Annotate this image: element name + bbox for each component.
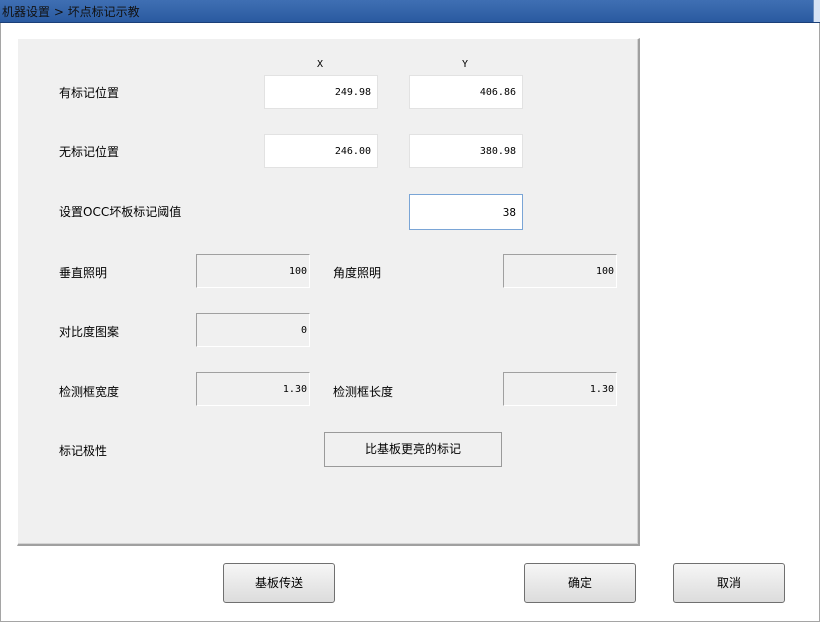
window-title: 机器设置 > 坏点标记示教 bbox=[2, 5, 140, 19]
detect-width-field: 1.30 bbox=[196, 372, 310, 406]
mark-position-y-input[interactable]: 406.86 bbox=[409, 75, 523, 109]
vertical-light-field: 100 bbox=[196, 254, 310, 288]
no-mark-position-y-input[interactable]: 380.98 bbox=[409, 134, 523, 168]
polarity-label: 标记极性 bbox=[59, 444, 108, 458]
contrast-label: 对比度图案 bbox=[59, 325, 120, 339]
settings-panel bbox=[17, 38, 640, 546]
ok-button[interactable]: 确定 bbox=[524, 563, 636, 603]
angle-light-label: 角度照明 bbox=[333, 266, 382, 280]
column-header-y: Y bbox=[462, 59, 469, 70]
vertical-light-label: 垂直照明 bbox=[59, 266, 108, 280]
no-mark-position-x-input[interactable]: 246.00 bbox=[264, 134, 378, 168]
angle-light-field: 100 bbox=[503, 254, 617, 288]
polarity-toggle-button[interactable]: 比基板更亮的标记 bbox=[324, 432, 502, 467]
detect-length-field: 1.30 bbox=[503, 372, 617, 406]
title-bar-edge bbox=[813, 0, 820, 22]
cancel-button[interactable]: 取消 bbox=[673, 563, 785, 603]
mark-position-x-input[interactable]: 249.98 bbox=[264, 75, 378, 109]
threshold-input[interactable]: 38 bbox=[409, 194, 523, 230]
detect-width-label: 检测框宽度 bbox=[59, 385, 120, 399]
mark-position-label: 有标记位置 bbox=[59, 86, 120, 100]
threshold-label: 设置OCC坏板标记阈值 bbox=[59, 205, 182, 219]
contrast-field: 0 bbox=[196, 313, 310, 347]
title-bar: 机器设置 > 坏点标记示教 bbox=[0, 0, 820, 23]
no-mark-position-label: 无标记位置 bbox=[59, 145, 120, 159]
board-transfer-button[interactable]: 基板传送 bbox=[223, 563, 335, 603]
column-header-x: X bbox=[317, 59, 324, 70]
detect-length-label: 检测框长度 bbox=[333, 385, 394, 399]
